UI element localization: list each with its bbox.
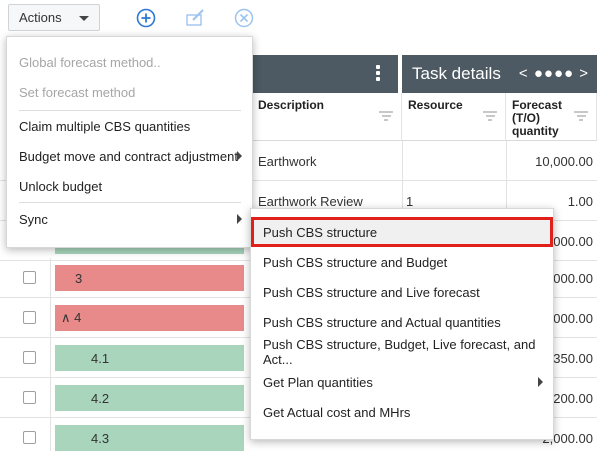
wbs-cell: 4.1 [55, 345, 244, 371]
wbs-cell: 4.2 [55, 385, 244, 411]
filter-icon[interactable] [379, 111, 393, 123]
sync-label: Sync [19, 211, 48, 227]
menu-item-get-plan-quantities[interactable]: Get Plan quantities [251, 367, 553, 397]
actions-dropdown-button[interactable]: Actions [8, 4, 100, 31]
actions-menu: Global forecast method.. Set forecast me… [6, 36, 253, 248]
filter-icon[interactable] [483, 111, 497, 123]
task-details-title: Task details [412, 64, 501, 83]
description-cell: Earthwork [258, 153, 317, 169]
edit-icon[interactable] [185, 7, 207, 29]
menu-item-budget-move[interactable]: Budget move and contract adjustment [7, 141, 252, 171]
row-checkbox[interactable] [23, 351, 36, 364]
wbs-cell: 4.3 [55, 425, 244, 451]
menu-item-get-actual-cost[interactable]: Get Actual cost and MHrs [251, 397, 553, 427]
resource-header-label: Resource [408, 98, 463, 112]
forecast-cell: 10,000.00 [535, 153, 593, 169]
budget-move-label: Budget move and contract adjustment [19, 148, 238, 164]
column-header-resource[interactable]: Resource [402, 93, 506, 141]
column-header-description[interactable]: Description [252, 93, 402, 141]
cancel-circle-icon[interactable] [233, 7, 255, 29]
toolbar: Actions [0, 0, 597, 36]
menu-item-unlock-budget[interactable]: Unlock budget [7, 171, 252, 201]
description-header-label: Description [258, 98, 325, 112]
caret-down-icon [79, 16, 89, 21]
menu-item-push-cbs-actual-quantities[interactable]: Push CBS structure and Actual quantities [251, 307, 553, 337]
row-checkbox[interactable] [23, 311, 36, 324]
wbs-cell[interactable]: ∧ 4 [55, 305, 244, 331]
sync-submenu: Push CBS structure Push CBS structure an… [250, 208, 554, 440]
chevron-right-icon [237, 151, 242, 161]
menu-item-push-cbs-budget[interactable]: Push CBS structure and Budget [251, 247, 553, 277]
menu-item-global-forecast-method: Global forecast method.. [19, 54, 161, 70]
menu-item-push-cbs-all[interactable]: Push CBS structure, Budget, Live forecas… [251, 337, 553, 367]
filter-icon[interactable] [574, 111, 588, 123]
actions-label: Actions [19, 10, 62, 25]
chevron-right-icon [538, 377, 543, 387]
forecast-header-label: Forecast (T/O) quantity [512, 98, 563, 138]
row-checkbox[interactable] [23, 391, 36, 404]
get-plan-quantities-label: Get Plan quantities [263, 374, 373, 390]
task-details-header: Task details < ●●●● > [402, 55, 597, 93]
chevron-right-icon [237, 214, 242, 224]
cbs-panel-header [252, 55, 398, 93]
panel-pager[interactable]: < ●●●● > [519, 65, 589, 82]
menu-item-set-forecast-method: Set forecast method [19, 84, 136, 100]
menu-item-push-cbs-structure[interactable]: Push CBS structure [251, 217, 553, 247]
menu-divider [19, 202, 241, 203]
wbs-cell: 3 [55, 265, 244, 291]
row-checkbox[interactable] [23, 431, 36, 444]
menu-item-push-cbs-live-forecast[interactable]: Push CBS structure and Live forecast [251, 277, 553, 307]
row-checkbox[interactable] [23, 271, 36, 284]
column-header-forecast[interactable]: Forecast (T/O) quantity [506, 93, 597, 141]
more-options-icon[interactable] [376, 65, 380, 83]
add-circle-icon[interactable] [135, 7, 157, 29]
menu-item-claim-multiple-cbs[interactable]: Claim multiple CBS quantities [7, 111, 252, 141]
menu-item-sync[interactable]: Sync [7, 204, 252, 234]
